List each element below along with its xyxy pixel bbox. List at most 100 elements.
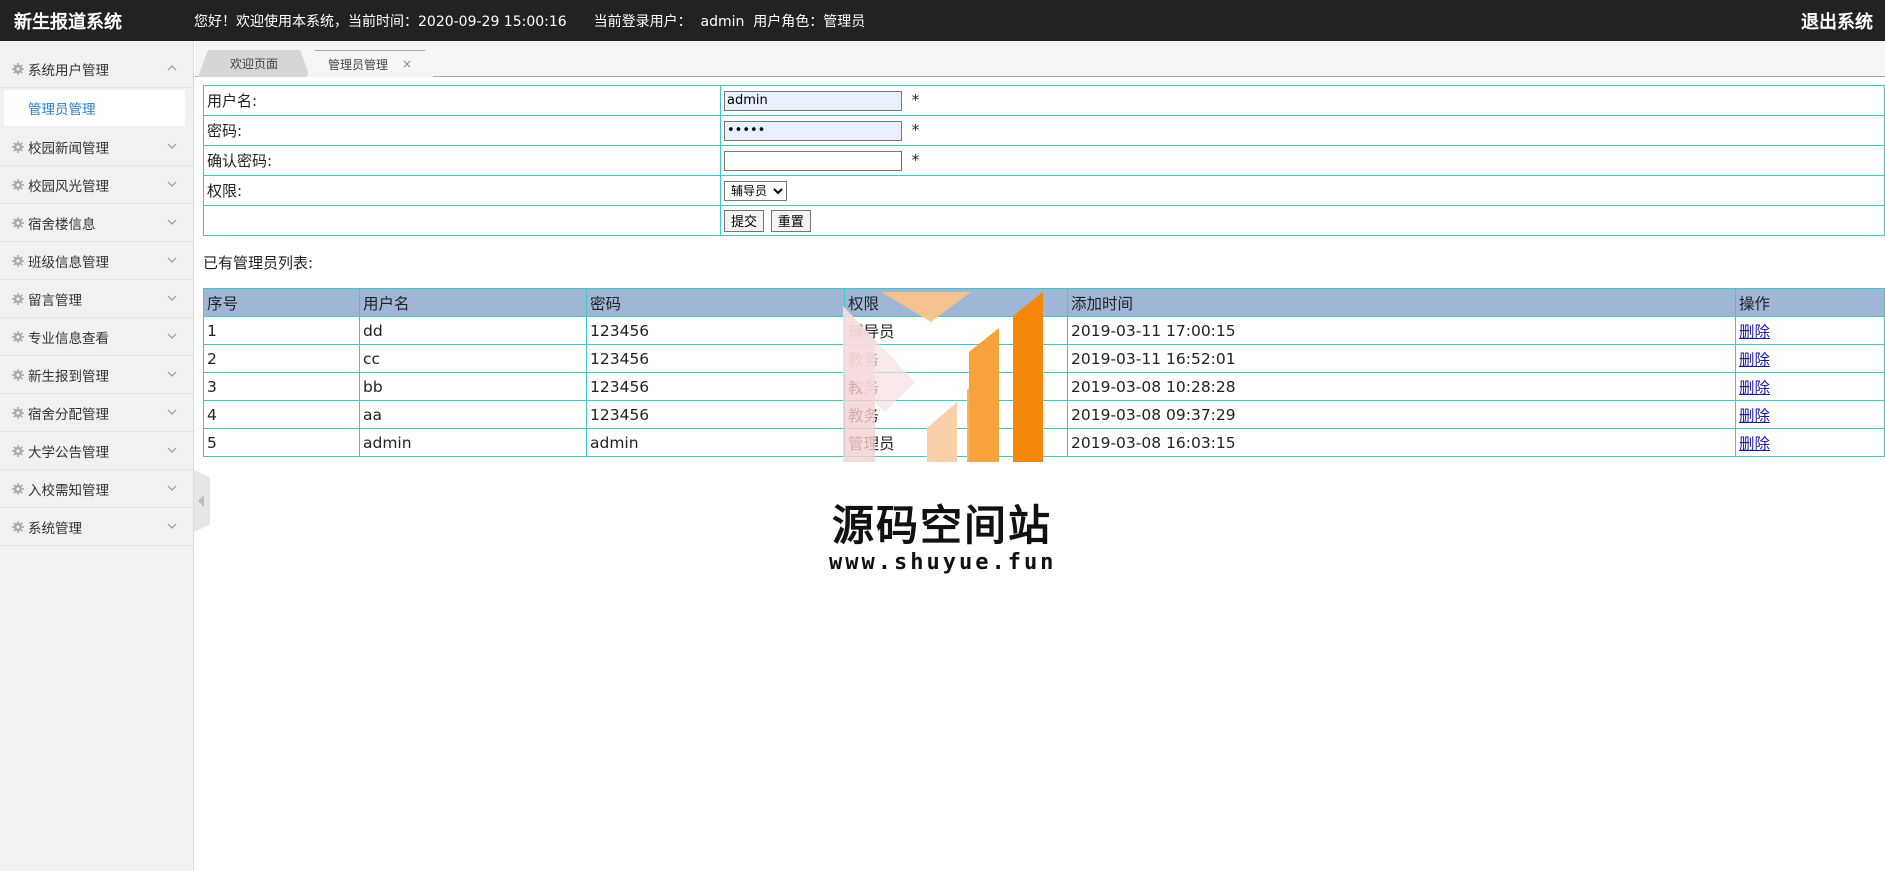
cell-time: 2019-03-08 16:03:15: [1067, 428, 1736, 457]
sidebar-group-system-management[interactable]: 系统管理: [0, 508, 193, 546]
sidebar-group-dorm-allocation[interactable]: 宿舍分配管理: [0, 394, 193, 432]
role-select[interactable]: 辅导员: [724, 180, 787, 201]
sidebar-group-label: 宿舍楼信息: [28, 216, 96, 233]
column-header: 添加时间: [1067, 288, 1736, 317]
gear-icon: [12, 406, 24, 419]
app-title: 新生报道系统: [14, 11, 122, 33]
delete-link[interactable]: 删除: [1739, 407, 1770, 425]
confirm-password-label: 确认密码:: [203, 145, 721, 176]
gear-icon: [12, 140, 24, 153]
sidebar-group-dormitory-info[interactable]: 宿舍楼信息: [0, 204, 193, 242]
cell-action: 删除: [1735, 428, 1885, 457]
required-mark: *: [911, 91, 920, 109]
tab-bar: 欢迎页面 管理员管理 ×: [195, 41, 1885, 77]
admin-form: 用户名: * 密码: * 确认密码: * 权限: 辅导员 提交 重置: [203, 85, 1885, 236]
cell-password: 123456: [586, 400, 845, 429]
cell-action: 删除: [1735, 316, 1885, 345]
chevron-down-icon: [167, 143, 177, 149]
submit-button[interactable]: 提交: [724, 209, 765, 232]
chevron-down-icon: [167, 333, 177, 339]
chevron-down-icon: [167, 371, 177, 377]
sidebar-group-messages[interactable]: 留言管理: [0, 280, 193, 318]
sidebar-group-class-info[interactable]: 班级信息管理: [0, 242, 193, 280]
sidebar-group-announcements[interactable]: 大学公告管理: [0, 432, 193, 470]
tab-label: 管理员管理: [327, 57, 388, 72]
confirm-password-input[interactable]: [724, 150, 902, 171]
cell-username: aa: [359, 400, 587, 429]
sidebar-group-label: 校园风光管理: [28, 178, 109, 195]
welcome-info: 您好！欢迎使用本系统，当前时间：2020-09-29 15:00:16 当前登录…: [194, 11, 865, 31]
cell-action: 删除: [1735, 344, 1885, 373]
gear-icon: [12, 520, 24, 533]
sidebar-group-system-users[interactable]: 系统用户管理: [0, 50, 193, 88]
sidebar-group-campus-scenery[interactable]: 校园风光管理: [0, 166, 193, 204]
close-icon[interactable]: ×: [402, 57, 412, 71]
chevron-down-icon: [167, 409, 177, 415]
sidebar: 系统用户管理 管理员管理 校园新闻管理 校园风光管理 宿舍楼信息 班级信息管理 …: [0, 41, 194, 871]
gear-icon: [12, 254, 24, 267]
cell-no: 2: [203, 344, 360, 373]
button-cell: 提交 重置: [720, 205, 1885, 236]
chevron-down-icon: [167, 485, 177, 491]
reset-button[interactable]: 重置: [770, 209, 811, 232]
sidebar-collapse-handle[interactable]: [194, 470, 210, 532]
tab-admin-management[interactable]: 管理员管理 ×: [307, 50, 433, 77]
chevron-down-icon: [167, 295, 177, 301]
cell-username: dd: [359, 316, 587, 345]
required-mark: *: [911, 121, 920, 139]
cell-no: 5: [203, 428, 360, 457]
gear-icon: [12, 482, 24, 495]
chevron-down-icon: [167, 219, 177, 225]
sidebar-group-campus-news[interactable]: 校园新闻管理: [0, 128, 193, 166]
gear-icon: [12, 62, 24, 75]
sidebar-group-label: 留言管理: [28, 292, 82, 309]
cell-password: 123456: [586, 344, 845, 373]
sidebar-group-major-info[interactable]: 专业信息查看: [0, 318, 193, 356]
sidebar-group-label: 校园新闻管理: [28, 140, 109, 157]
watermark-logo: [843, 292, 1043, 462]
username-input[interactable]: [724, 90, 902, 111]
admin-list-title: 已有管理员列表:: [203, 254, 314, 272]
delete-link[interactable]: 删除: [1739, 435, 1770, 453]
cell-password: admin: [586, 428, 845, 457]
tab-welcome[interactable]: 欢迎页面: [198, 50, 310, 77]
role-cell: 辅导员: [720, 175, 1885, 206]
cell-no: 3: [203, 372, 360, 401]
cell-password: 123456: [586, 372, 845, 401]
password-cell: *: [720, 115, 1885, 146]
cell-time: 2019-03-08 10:28:28: [1067, 372, 1736, 401]
sidebar-group-label: 新生报到管理: [28, 368, 109, 385]
cell-time: 2019-03-11 17:00:15: [1067, 316, 1736, 345]
cell-username: bb: [359, 372, 587, 401]
watermark-url: www.shuyue.fun: [829, 550, 1057, 575]
chevron-down-icon: [167, 181, 177, 187]
cell-no: 1: [203, 316, 360, 345]
password-input[interactable]: [724, 120, 902, 141]
delete-link[interactable]: 删除: [1739, 351, 1770, 369]
greeting-text: 您好！欢迎使用本系统，当前时间：2020-09-29 15:00:16: [194, 13, 567, 30]
username-label: 用户名:: [203, 85, 721, 116]
sidebar-group-label: 班级信息管理: [28, 254, 109, 271]
sidebar-item-admin-management[interactable]: 管理员管理: [4, 90, 185, 126]
role-label: 权限:: [203, 175, 721, 206]
top-bar: 新生报道系统 您好！欢迎使用本系统，当前时间：2020-09-29 15:00:…: [0, 0, 1885, 41]
chevron-up-icon: [167, 65, 177, 71]
username-cell: *: [720, 85, 1885, 116]
sidebar-group-label: 专业信息查看: [28, 330, 109, 347]
column-header: 密码: [586, 288, 845, 317]
delete-link[interactable]: 删除: [1739, 323, 1770, 341]
cell-no: 4: [203, 400, 360, 429]
gear-icon: [12, 368, 24, 381]
login-user-text: 当前登录用户： admin 用户角色：管理员: [593, 13, 866, 30]
sidebar-group-label: 入校需知管理: [28, 482, 109, 499]
empty-cell: [203, 205, 721, 236]
watermark-text: 源码空间站: [832, 501, 1053, 550]
sidebar-group-label: 宿舍分配管理: [28, 406, 109, 423]
cell-username: admin: [359, 428, 587, 457]
delete-link[interactable]: 删除: [1739, 379, 1770, 397]
sidebar-group-admission-notice[interactable]: 入校需知管理: [0, 470, 193, 508]
gear-icon: [12, 330, 24, 343]
gear-icon: [12, 444, 24, 457]
logout-button[interactable]: 退出系统: [1801, 8, 1873, 34]
sidebar-group-registration[interactable]: 新生报到管理: [0, 356, 193, 394]
